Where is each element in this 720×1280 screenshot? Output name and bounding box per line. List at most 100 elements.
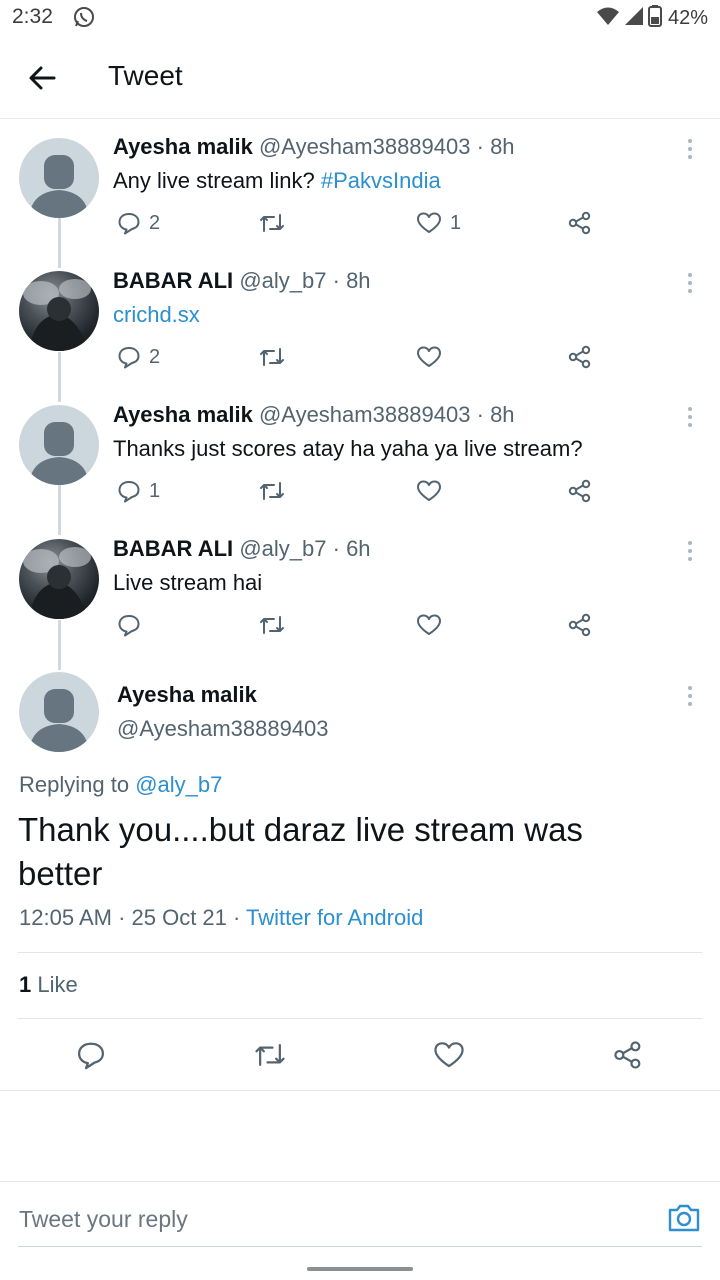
tweet-header: Ayesha malik @Ayesham38889403 · 8h — [113, 134, 515, 160]
tweet-header: Ayesha malik @Ayesham38889403 · 8h — [113, 402, 515, 428]
focused-display-name[interactable]: Ayesha malik — [117, 682, 257, 708]
tweet-text-line: better — [18, 855, 103, 892]
replying-to-handle[interactable]: @aly_b7 — [135, 772, 222, 797]
more-options-icon[interactable] — [682, 136, 698, 162]
share-action[interactable] — [567, 610, 593, 640]
heart-icon — [417, 346, 441, 367]
reply-action[interactable] — [117, 610, 149, 640]
tweet-actions: 2 — [113, 342, 713, 372]
divider — [18, 1018, 702, 1019]
wifi-icon — [596, 6, 620, 31]
tweet-age: 6h — [346, 536, 371, 561]
status-right: 42% — [596, 4, 708, 32]
share-action[interactable] — [567, 208, 593, 238]
home-indicator[interactable] — [307, 1267, 413, 1271]
display-name[interactable]: Ayesha malik — [113, 402, 253, 427]
battery-icon — [647, 4, 662, 32]
more-options-icon[interactable] — [682, 270, 698, 296]
tweet-age: 8h — [346, 268, 371, 293]
focused-avatar[interactable] — [19, 672, 99, 752]
likes-stat[interactable]: 1 Like — [19, 972, 78, 998]
reply-count: 1 — [149, 479, 161, 502]
tweet-text: crichd.sx — [113, 302, 200, 328]
separator: · — [476, 402, 484, 427]
share-action[interactable] — [567, 342, 593, 372]
retweet-action[interactable] — [259, 610, 285, 640]
url-link[interactable]: crichd.sx — [113, 302, 200, 327]
reply-icon — [118, 481, 140, 503]
back-arrow-icon[interactable] — [24, 60, 60, 96]
tweet-actions: 1 — [113, 476, 713, 506]
like-action[interactable] — [416, 610, 450, 640]
reply-count: 2 — [149, 345, 161, 368]
hashtag-link[interactable]: #PakvsIndia — [321, 168, 441, 193]
tweet-text-content: Thanks just scores atay ha yaha ya live … — [113, 436, 583, 461]
tweet-header: BABAR ALI @aly_b7 · 6h — [113, 536, 371, 562]
thread-tweet[interactable]: BABAR ALI @aly_b7 · 8h crichd.sx 2 — [0, 266, 720, 396]
avatar[interactable] — [19, 138, 99, 218]
section-divider — [0, 1090, 720, 1091]
like-action[interactable]: 1 — [416, 208, 461, 238]
reply-icon — [118, 213, 140, 235]
retweet-action[interactable] — [259, 208, 285, 238]
reply-count: 2 — [149, 211, 161, 234]
tweet-text-content: Live stream hai — [113, 570, 263, 595]
reply-action[interactable]: 2 — [117, 208, 160, 238]
reply-action[interactable]: 1 — [117, 476, 160, 506]
likes-count: 1 — [19, 972, 32, 997]
more-options-icon[interactable] — [682, 538, 698, 564]
thread-tweet[interactable]: Ayesha malik @Ayesham38889403 · 8h Any l… — [0, 132, 720, 262]
display-name[interactable]: Ayesha malik — [113, 134, 253, 159]
replying-to-label: Replying to — [19, 772, 136, 797]
reply-icon[interactable] — [76, 1040, 106, 1075]
share-icon[interactable] — [612, 1040, 644, 1075]
more-options-icon[interactable] — [682, 404, 698, 430]
tweet-timestamp: 12:05 AM · 25 Oct 21 · Twitter for Andro… — [19, 905, 423, 931]
heart-icon[interactable] — [433, 1040, 465, 1075]
tweet-header: BABAR ALI @aly_b7 · 8h — [113, 268, 371, 294]
tweet-age: 8h — [490, 134, 515, 159]
replying-to: Replying to @aly_b7 — [19, 772, 222, 798]
status-bar: 2:32 42% — [0, 0, 720, 36]
like-action[interactable] — [416, 476, 450, 506]
avatar[interactable] — [19, 271, 99, 351]
handle: @Ayesham38889403 — [258, 402, 471, 427]
tweet-text-content: Any live stream link? — [113, 168, 321, 193]
share-icon — [568, 479, 591, 503]
focused-tweet-text: Thank you....but daraz live stream was b… — [18, 808, 708, 896]
likes-label: Like — [31, 972, 78, 997]
share-icon — [568, 613, 591, 637]
retweet-action[interactable] — [259, 342, 285, 372]
tweet-age: 8h — [490, 402, 515, 427]
reply-action[interactable]: 2 — [117, 342, 160, 372]
page-title: Tweet — [108, 60, 183, 91]
thread-tweet[interactable]: Ayesha malik @Ayesham38889403 · 8h Thank… — [0, 400, 720, 530]
camera-icon[interactable] — [667, 1202, 701, 1239]
handle: @aly_b7 — [239, 268, 327, 293]
display-name[interactable]: BABAR ALI — [113, 268, 233, 293]
avatar[interactable] — [19, 405, 99, 485]
retweet-icon[interactable] — [254, 1040, 286, 1075]
more-options-icon[interactable] — [682, 683, 698, 709]
separator: · — [476, 134, 484, 159]
heart-icon — [417, 614, 441, 635]
retweet-action[interactable] — [259, 476, 285, 506]
signal-icon — [624, 6, 644, 31]
whatsapp-notification-icon — [72, 5, 96, 34]
display-name[interactable]: BABAR ALI — [113, 536, 233, 561]
retweet-icon — [260, 214, 284, 232]
thread-tweet[interactable]: BABAR ALI @aly_b7 · 6h Live stream hai — [0, 534, 720, 664]
tweet-text-line: Thank you....but daraz live stream was — [18, 811, 583, 848]
tweet-actions: 2 1 — [113, 208, 713, 238]
source-link[interactable]: Twitter for Android — [246, 905, 423, 930]
reply-icon — [118, 347, 140, 369]
avatar[interactable] — [19, 539, 99, 619]
tweet-text: Thanks just scores atay ha yaha ya live … — [113, 436, 583, 462]
tweet-text: Any live stream link? #PakvsIndia — [113, 168, 441, 194]
share-icon — [568, 211, 591, 235]
like-action[interactable] — [416, 342, 450, 372]
reply-input[interactable]: Tweet your reply — [19, 1206, 639, 1233]
share-action[interactable] — [567, 476, 593, 506]
heart-icon — [417, 480, 441, 501]
like-count: 1 — [450, 211, 462, 234]
